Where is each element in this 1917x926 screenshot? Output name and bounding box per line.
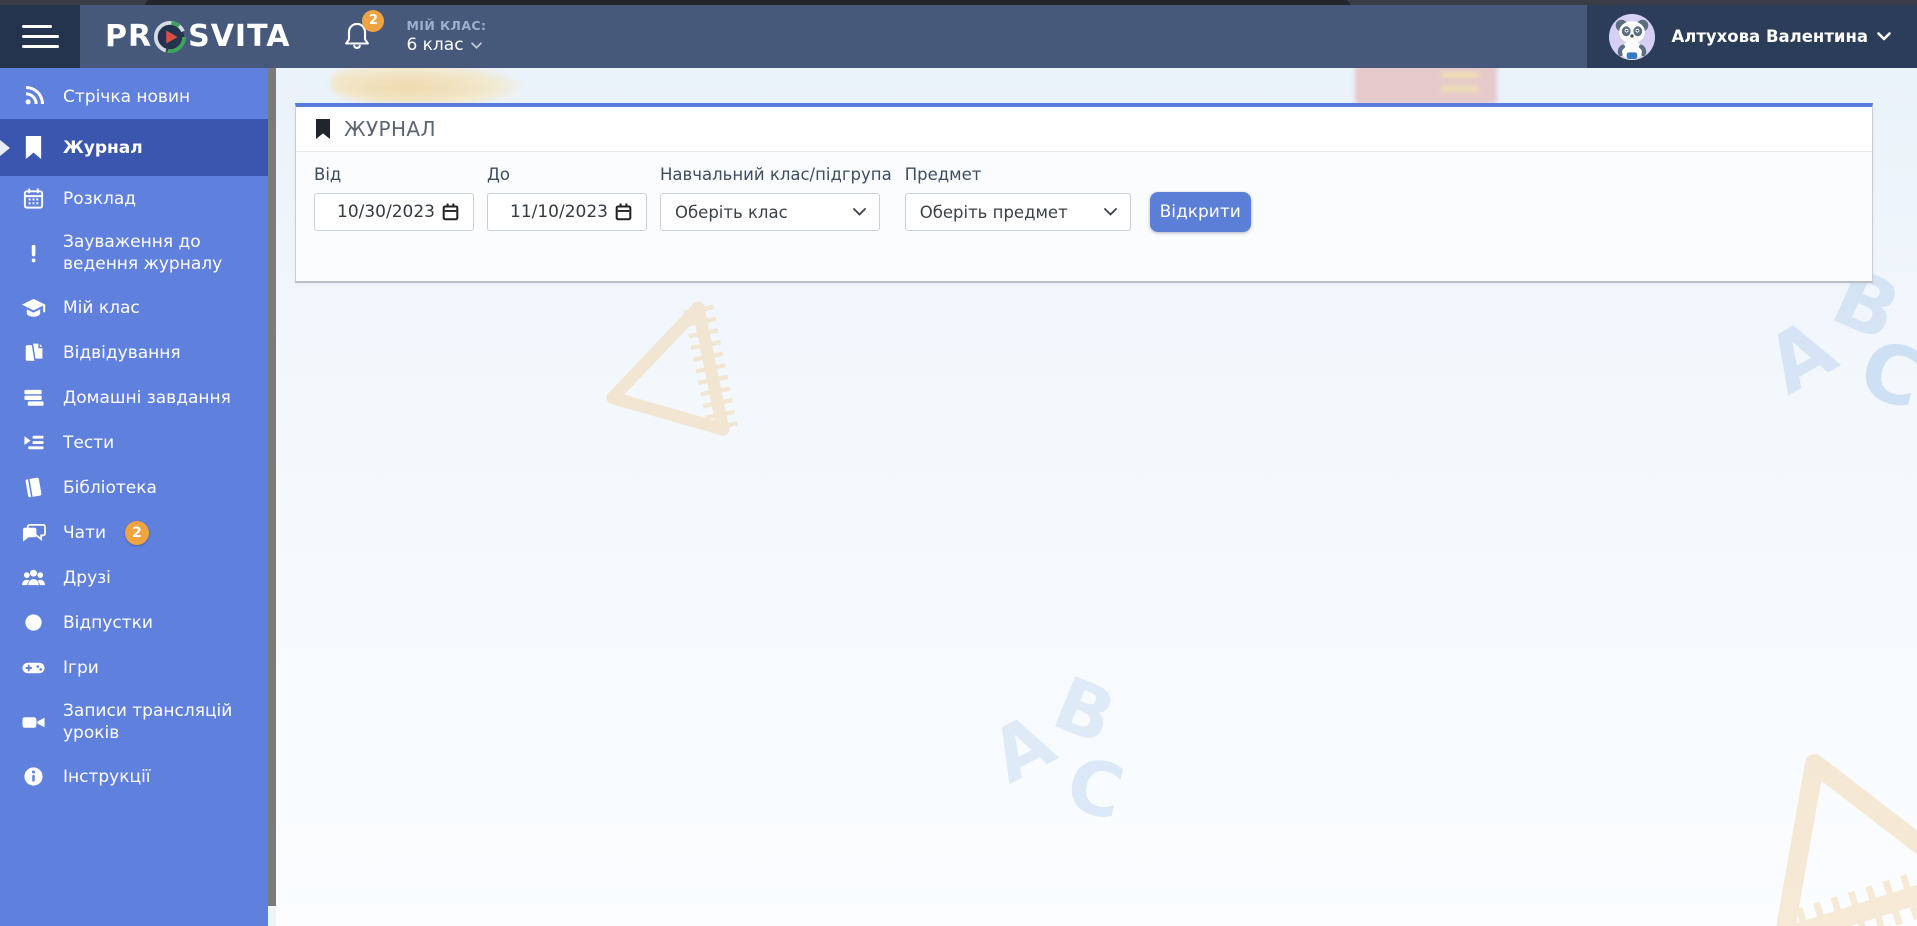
brand-play-icon xyxy=(154,20,187,53)
user-name: Алтухова Валентина xyxy=(1671,27,1868,46)
sidebar-item-instructions[interactable]: Інструкції xyxy=(0,754,268,799)
subject-field: Предмет Оберіть предмет xyxy=(904,165,1131,231)
library-book-icon xyxy=(21,475,46,500)
top-bar: PR SVITA 2 МІЙ КЛАС: 6 клас Алтухова Вал… xyxy=(0,5,1917,68)
bookmark-icon xyxy=(316,119,330,139)
class-select-value: Оберіть клас xyxy=(675,202,788,222)
subject-label: Предмет xyxy=(904,165,982,184)
class-label: Навчальний клас/підгрупа xyxy=(660,165,892,184)
journal-panel: ЖУРНАЛ Від 10/30/2023 До 11/10/2023 Навч… xyxy=(295,103,1873,283)
exclamation-icon xyxy=(21,241,46,266)
sidebar-scrollbar[interactable] xyxy=(268,68,276,926)
sidebar-item-label: Бібліотека xyxy=(63,477,157,498)
circle-icon xyxy=(21,610,46,635)
chevron-down-icon xyxy=(1103,208,1117,216)
open-button[interactable]: Відкрити xyxy=(1149,192,1251,232)
sidebar-item-label: Мій клас xyxy=(63,297,140,318)
chevron-down-icon xyxy=(470,41,482,49)
sidebar-item-label: Журнал xyxy=(63,137,143,158)
sidebar-item-label: Записи трансляцій уроків xyxy=(63,701,233,743)
sidebar-item-label: Розклад xyxy=(63,188,136,209)
decoration-abc-watermark: A B C xyxy=(1750,249,1917,428)
hamburger-menu-button[interactable] xyxy=(0,5,80,68)
sidebar-item-attendance[interactable]: Відвідування xyxy=(0,330,268,375)
chevron-down-icon xyxy=(1877,32,1891,41)
chats-badge: 2 xyxy=(125,520,150,545)
date-from-value: 10/30/2023 xyxy=(337,202,435,222)
sidebar-item-label: Інструкції xyxy=(63,766,151,787)
decoration-orange-blob xyxy=(331,68,521,104)
main-content: A B C A B C ЖУРНАЛ Від 10/30/2023 До 11/… xyxy=(276,68,1917,926)
class-selector-label: МІЙ КЛАС: xyxy=(406,18,487,33)
hamburger-icon xyxy=(21,25,59,48)
graduation-cap-icon xyxy=(21,295,46,320)
class-field: Навчальний клас/підгрупа Оберіть клас xyxy=(660,165,892,231)
sidebar-item-journal[interactable]: Журнал xyxy=(0,119,268,176)
calendar-picker-icon[interactable] xyxy=(442,203,459,221)
decoration-red-book xyxy=(1355,68,1497,104)
class-selector[interactable]: МІЙ КЛАС: 6 клас xyxy=(406,18,486,55)
chats-icon xyxy=(21,520,46,545)
sidebar-item-lesson-recordings[interactable]: Записи трансляцій уроків xyxy=(0,690,268,754)
attendance-icon xyxy=(21,340,46,365)
brand-text-prefix: PR xyxy=(105,19,153,54)
calendar-picker-icon[interactable] xyxy=(615,203,632,221)
sidebar-item-homework[interactable]: Домашні завдання xyxy=(0,375,268,420)
rss-icon xyxy=(21,84,46,109)
date-from-label: Від xyxy=(314,165,342,184)
subject-select-value: Оберіть предмет xyxy=(919,202,1068,222)
video-camera-icon xyxy=(21,710,46,735)
sidebar-item-label: Домашні завдання xyxy=(63,387,231,408)
friends-icon xyxy=(21,565,46,590)
date-from-field: Від 10/30/2023 xyxy=(314,165,474,231)
date-from-input[interactable]: 10/30/2023 xyxy=(314,193,474,231)
panel-title: ЖУРНАЛ xyxy=(344,117,436,141)
chevron-down-icon xyxy=(853,208,866,216)
brand-logo[interactable]: PR SVITA xyxy=(105,19,290,54)
sidebar-item-friends[interactable]: Друзі xyxy=(0,555,268,600)
decoration-set-square xyxy=(1774,753,1917,926)
tests-icon xyxy=(21,430,46,455)
sidebar-item-journal-remarks[interactable]: Зауваження до ведення журналу xyxy=(0,221,268,285)
class-selector-value: 6 клас xyxy=(406,35,464,55)
notifications-button[interactable]: 2 xyxy=(342,9,385,55)
decoration-set-square xyxy=(606,301,738,436)
sidebar-item-label: Відпустки xyxy=(63,612,153,633)
sidebar-item-my-class[interactable]: Мій клас xyxy=(0,285,268,330)
bookmark-icon xyxy=(21,135,46,160)
sidebar-item-chats[interactable]: Чати 2 xyxy=(0,510,268,555)
sidebar-item-label: Ігри xyxy=(63,657,99,678)
sidebar-item-games[interactable]: Ігри xyxy=(0,645,268,690)
sidebar-item-label: Відвідування xyxy=(63,342,181,363)
sidebar-item-tests[interactable]: Тести xyxy=(0,420,268,465)
date-to-input[interactable]: 11/10/2023 xyxy=(487,193,647,231)
info-icon xyxy=(21,764,46,789)
sidebar-item-label: Друзі xyxy=(63,567,111,588)
date-to-value: 11/10/2023 xyxy=(510,202,608,222)
homework-icon xyxy=(21,385,46,410)
calendar-icon xyxy=(21,186,46,211)
sidebar-item-library[interactable]: Бібліотека xyxy=(0,465,268,510)
sidebar-item-news-feed[interactable]: Стрічка новин xyxy=(0,74,268,119)
sidebar-item-label: Тести xyxy=(63,432,115,453)
notification-badge: 2 xyxy=(362,9,385,32)
sidebar-item-schedule[interactable]: Розклад xyxy=(0,176,268,221)
decoration-abc-watermark: A B C xyxy=(977,660,1132,838)
sidebar-item-label: Зауваження до ведення журналу xyxy=(63,232,223,274)
date-to-label: До xyxy=(487,165,510,184)
user-menu[interactable]: Алтухова Валентина xyxy=(1587,5,1917,68)
date-to-field: До 11/10/2023 xyxy=(487,165,647,231)
sidebar-item-label: Стрічка новин xyxy=(63,86,191,107)
sidebar-item-vacations[interactable]: Відпустки xyxy=(0,600,268,645)
sidebar-nav: Стрічка новин Журнал Розклад Зауваження … xyxy=(0,68,268,926)
gamepad-icon xyxy=(21,655,46,680)
class-select[interactable]: Оберіть клас xyxy=(660,193,880,231)
panda-avatar-icon xyxy=(1609,13,1656,60)
sidebar-scrollbar-thumb[interactable] xyxy=(268,68,276,906)
subject-select[interactable]: Оберіть предмет xyxy=(904,193,1131,231)
brand-text-suffix: SVITA xyxy=(188,19,291,54)
avatar xyxy=(1609,13,1656,60)
sidebar-item-label: Чати xyxy=(63,522,107,543)
